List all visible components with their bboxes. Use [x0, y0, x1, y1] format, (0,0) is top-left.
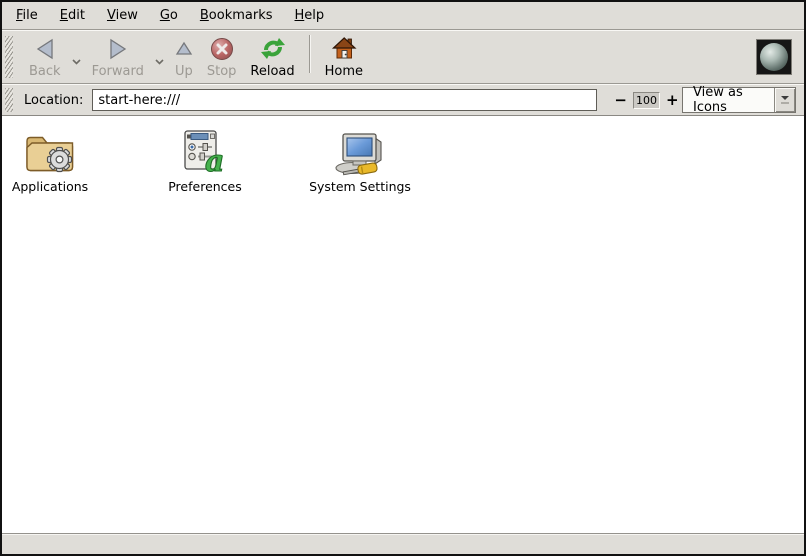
stop-icon — [210, 36, 234, 62]
menu-bookmarks-label: Bookmarks — [200, 8, 273, 23]
view-mode-select[interactable]: View as Icons — [682, 87, 796, 113]
back-label: Back — [29, 65, 61, 79]
location-bar: Location: − 100 + View as Icons — [2, 84, 804, 116]
applications-item[interactable]: Applications — [8, 126, 92, 194]
svg-text:a: a — [205, 144, 224, 176]
system-settings-item[interactable]: System Settings — [318, 126, 402, 194]
menu-file[interactable]: File — [5, 4, 49, 27]
menubar: File Edit View Go Bookmarks Help — [2, 2, 804, 30]
home-icon — [331, 36, 357, 62]
menu-help-label: Help — [295, 8, 325, 23]
menu-view-label: View — [107, 8, 138, 23]
back-history-dropdown[interactable] — [68, 33, 85, 81]
system-settings-label: System Settings — [309, 179, 411, 194]
icon-row: Applications — [2, 116, 804, 194]
preferences-item[interactable]: a Preferences — [163, 126, 247, 194]
forward-label: Forward — [92, 65, 144, 79]
location-input[interactable] — [92, 89, 597, 111]
back-button[interactable]: Back — [22, 33, 68, 81]
status-bar — [2, 533, 804, 554]
file-manager-window: File Edit View Go Bookmarks Help Back Fo… — [0, 0, 806, 556]
forward-button[interactable]: Forward — [85, 33, 151, 81]
applications-label: Applications — [12, 179, 88, 194]
stop-button[interactable]: Stop — [200, 33, 244, 81]
toolbar: Back Forward Up — [2, 30, 804, 84]
chevron-down-icon — [155, 49, 164, 64]
view-mode-dropdown-button[interactable] — [774, 88, 795, 112]
zoom-in-button[interactable]: + — [663, 93, 682, 107]
throbber-sphere — [760, 43, 788, 71]
menu-go[interactable]: Go — [149, 4, 189, 27]
menu-bookmarks[interactable]: Bookmarks — [189, 4, 284, 27]
up-icon — [175, 36, 193, 62]
dropdown-arrow-icon — [781, 96, 789, 100]
menu-file-label: File — [16, 8, 38, 23]
toolbar-drag-handle[interactable] — [5, 36, 13, 78]
zoom-level-indicator: 100 — [633, 92, 660, 109]
reload-icon — [260, 36, 286, 62]
toolbar-separator — [309, 35, 311, 73]
menu-go-label: Go — [160, 8, 178, 23]
reload-button[interactable]: Reload — [243, 33, 301, 81]
applications-folder-icon — [23, 126, 77, 176]
location-label: Location: — [24, 93, 83, 108]
reload-label: Reload — [250, 65, 294, 79]
home-label: Home — [325, 65, 363, 79]
home-button[interactable]: Home — [318, 33, 370, 81]
zoom-out-button[interactable]: − — [611, 93, 630, 107]
up-label: Up — [175, 65, 193, 79]
view-mode-value: View as Icons — [683, 85, 774, 115]
throbber-icon — [756, 39, 792, 75]
up-button[interactable]: Up — [168, 33, 200, 81]
preferences-label: Preferences — [168, 179, 242, 194]
back-icon — [35, 36, 55, 62]
icon-view-pane: Applications — [2, 116, 804, 533]
preferences-icon: a — [181, 126, 229, 176]
locationbar-drag-handle[interactable] — [5, 88, 13, 112]
chevron-down-icon — [72, 49, 81, 64]
menu-edit[interactable]: Edit — [49, 4, 96, 27]
forward-history-dropdown[interactable] — [151, 33, 168, 81]
menu-view[interactable]: View — [96, 4, 149, 27]
menu-help[interactable]: Help — [284, 4, 336, 27]
forward-icon — [108, 36, 128, 62]
menu-edit-label: Edit — [60, 8, 85, 23]
dropdown-arrow-shadow — [781, 102, 789, 104]
stop-label: Stop — [207, 65, 237, 79]
system-settings-icon — [331, 126, 389, 176]
